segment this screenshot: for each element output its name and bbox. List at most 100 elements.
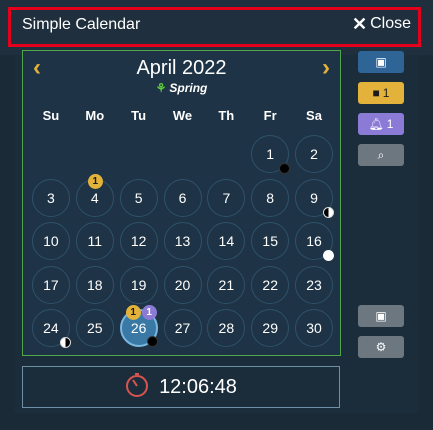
day-cell[interactable]: 1 xyxy=(251,135,291,174)
day-number: 11 xyxy=(87,233,103,250)
bell-icon: 🔔︎ xyxy=(368,117,384,131)
chevron-right-icon[interactable]: › xyxy=(322,56,330,80)
month-title: April 2022 xyxy=(136,57,227,79)
add-note-button[interactable]: ▣ xyxy=(358,305,404,327)
day-cell[interactable]: 24 xyxy=(31,309,71,349)
moon-phase-icon xyxy=(323,250,335,262)
day-number: 19 xyxy=(130,276,147,293)
notes-count: 1 xyxy=(382,86,390,100)
day-cell[interactable]: 17 xyxy=(31,265,70,304)
day-cell[interactable]: 15 xyxy=(251,222,290,261)
day-cell[interactable]: 5 xyxy=(119,178,158,217)
stopwatch-icon[interactable] xyxy=(125,372,149,403)
weekday-label: Tu xyxy=(131,108,147,123)
reminders-count: 1 xyxy=(386,117,394,131)
day-cell[interactable]: 23 xyxy=(295,265,334,304)
day-cell-today[interactable]: 26 1 1 xyxy=(119,305,158,348)
day-cell[interactable]: 8 xyxy=(251,178,290,217)
search-button[interactable]: ⌕ xyxy=(358,144,404,166)
day-cell[interactable]: 20 xyxy=(163,265,202,304)
day-number: 10 xyxy=(43,233,59,250)
simple-calendar-window: Simple Calendar ✕ Close ‹ April 2022 ⚘ Sp… xyxy=(0,0,433,430)
day-cell[interactable]: 30 xyxy=(295,309,334,348)
day-number: 21 xyxy=(218,276,235,293)
day-cell[interactable]: 12 xyxy=(119,222,158,261)
calendar-icon: ▣ xyxy=(375,55,387,69)
weekday-label: We xyxy=(172,108,193,123)
weekday-label: Mo xyxy=(85,108,105,123)
clock-time: 12:06:48 xyxy=(159,375,237,398)
weekday-label: Su xyxy=(42,108,60,123)
day-number: 28 xyxy=(218,320,235,337)
month-calendar: ‹ April 2022 ⚘ Spring › Su Mo Tu We Th Fr… xyxy=(22,50,341,356)
reminder-count-badge: 1 xyxy=(141,305,157,321)
moon-phase-icon xyxy=(279,163,291,174)
day-cell[interactable]: 10 xyxy=(31,222,70,261)
day-number: 30 xyxy=(306,320,322,337)
moon-phase-icon xyxy=(323,206,335,218)
time-display: 12:06:48 xyxy=(22,366,340,408)
weekday-label: Sa xyxy=(306,108,322,123)
season-text: Spring xyxy=(169,81,208,95)
day-cell[interactable]: 16 xyxy=(295,222,335,262)
day-number: 18 xyxy=(86,276,103,293)
day-number: 17 xyxy=(43,276,59,293)
day-cell[interactable]: 18 xyxy=(75,265,114,304)
day-cell[interactable]: 7 xyxy=(207,178,246,217)
day-number: 23 xyxy=(306,276,322,293)
configuration-button[interactable]: ⚙ xyxy=(358,336,404,358)
day-number: 13 xyxy=(174,233,191,250)
moon-phase-icon xyxy=(59,337,71,349)
day-number: 5 xyxy=(134,189,143,206)
day-cell[interactable]: 14 xyxy=(207,222,246,261)
day-number: 20 xyxy=(174,276,191,293)
today-button[interactable]: ▣ xyxy=(358,51,404,73)
search-icon: ⌕ xyxy=(377,147,385,162)
day-number: 1 xyxy=(266,146,275,162)
day-cell[interactable]: 11 xyxy=(75,222,114,261)
day-number: 4 xyxy=(90,189,99,206)
day-number: 25 xyxy=(86,320,103,337)
day-cell[interactable]: 13 xyxy=(163,222,202,261)
weekday-label: Fr xyxy=(263,108,277,123)
day-number: 7 xyxy=(222,189,231,206)
day-cell[interactable]: 21 xyxy=(207,265,246,304)
day-number: 15 xyxy=(262,233,278,250)
day-number: 22 xyxy=(262,276,278,293)
weekday-header: Su Mo Tu We Th Fr Sa xyxy=(29,108,336,123)
gear-icon: ⚙ xyxy=(375,340,387,354)
calendar-add-icon: ▣ xyxy=(375,309,387,323)
day-cell[interactable]: 9 xyxy=(295,178,335,218)
day-number: 26 xyxy=(130,320,147,337)
day-number: 2 xyxy=(310,146,318,162)
reminders-button[interactable]: 🔔︎ 1 xyxy=(358,113,404,135)
day-number: 24 xyxy=(43,320,59,337)
title-bar[interactable]: Simple Calendar ✕ Close xyxy=(0,0,433,55)
day-number: 27 xyxy=(174,320,191,337)
day-cell[interactable]: 27 xyxy=(163,309,202,348)
notes-button[interactable]: ■ 1 xyxy=(358,82,404,104)
day-cell[interactable]: 29 xyxy=(251,309,290,348)
day-cell[interactable]: 3 xyxy=(31,178,70,217)
day-number: 9 xyxy=(310,189,318,206)
day-cell[interactable]: 2 xyxy=(295,135,334,173)
note-count-badge: 1 xyxy=(87,173,103,189)
month-header: April 2022 ⚘ Spring xyxy=(23,57,340,95)
day-cell[interactable]: 6 xyxy=(163,178,202,217)
sprout-icon: ⚘ xyxy=(155,81,167,95)
day-cell[interactable]: 25 xyxy=(75,309,114,348)
day-number: 16 xyxy=(306,233,322,250)
day-cell[interactable]: 22 xyxy=(251,265,290,304)
day-cell[interactable]: 28 xyxy=(207,309,246,348)
note-icon: ■ xyxy=(372,86,380,100)
weekday-label: Th xyxy=(218,108,235,123)
day-number: 14 xyxy=(218,233,235,250)
title-highlight-box xyxy=(8,7,421,47)
day-number: 6 xyxy=(178,189,187,206)
day-cell[interactable]: 41 xyxy=(75,173,114,217)
season-label: ⚘ Spring xyxy=(23,81,340,95)
moon-phase-icon xyxy=(146,336,158,348)
day-cell[interactable]: 19 xyxy=(119,265,158,304)
day-number: 29 xyxy=(262,320,278,337)
day-number: 12 xyxy=(130,233,147,250)
